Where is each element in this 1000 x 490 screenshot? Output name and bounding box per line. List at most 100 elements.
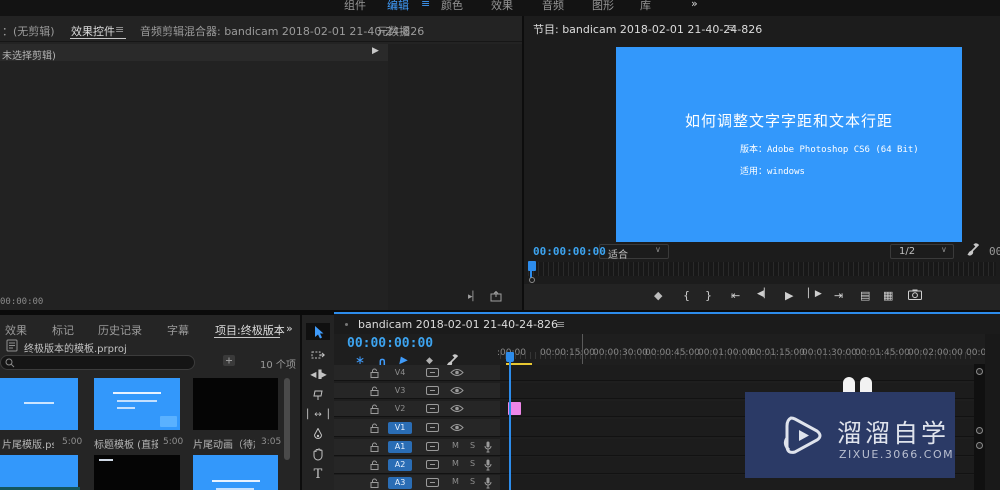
track-target-button[interactable]: A1 [388, 440, 412, 453]
track-output-icon[interactable] [426, 386, 439, 395]
track-output-icon[interactable] [426, 368, 439, 377]
ripple-edit-tool[interactable]: ◀▐▶ [306, 366, 330, 383]
eye-icon[interactable] [450, 423, 464, 432]
thumbnail-bandicam-clip[interactable] [94, 455, 180, 490]
track-target-button[interactable]: A3 [388, 476, 412, 489]
scrollbar-handle[interactable] [976, 427, 983, 434]
solo-button[interactable]: S [470, 477, 475, 486]
workspace-tab-effects[interactable]: 效果 [491, 0, 513, 13]
lift-button[interactable]: ▤ [860, 289, 870, 302]
lock-icon[interactable] [370, 442, 379, 452]
lock-icon[interactable] [370, 368, 379, 378]
track-lane-v4[interactable] [500, 365, 974, 380]
tab-overflow-icon[interactable]: » [286, 322, 293, 335]
export-icon[interactable] [490, 291, 502, 302]
go-to-out-button[interactable]: ⇥ [834, 289, 843, 302]
workspace-tab-color[interactable]: 颜色 [441, 0, 463, 13]
thumbnail-end-template[interactable] [0, 378, 78, 430]
mic-icon[interactable] [484, 477, 492, 489]
tab-source-no-clip[interactable]: ：(无剪辑) [2, 23, 55, 39]
extract-button[interactable]: ▦ [883, 289, 893, 302]
play-button[interactable]: ▶ [785, 289, 793, 302]
mark-out-button[interactable]: } [705, 289, 712, 302]
track-target-button[interactable]: V2 [388, 403, 412, 415]
program-scrubber[interactable] [528, 262, 996, 276]
track-output-icon[interactable] [426, 404, 439, 413]
timeline-playhead[interactable] [506, 352, 514, 362]
play-clip-icon[interactable]: ▸▏ [468, 292, 479, 302]
track-target-button[interactable]: V4 [388, 367, 412, 379]
mute-button[interactable]: M [452, 477, 459, 486]
item-name[interactable]: 标题模板 (直接.. [94, 436, 158, 451]
track-target-button[interactable]: V1 [388, 421, 412, 434]
mic-icon[interactable] [484, 441, 492, 453]
razor-tool[interactable] [306, 386, 330, 403]
expand-icon[interactable]: ▶ [372, 46, 379, 56]
workspace-tab-libraries[interactable]: 库 [640, 0, 651, 13]
timeline-tab-title[interactable]: bandicam 2018-02-01 21-40-24-826 [358, 318, 558, 331]
new-item-icon[interactable] [222, 354, 236, 367]
slip-tool[interactable]: ▏↔▕ [306, 406, 330, 423]
lock-icon[interactable] [370, 404, 379, 414]
step-forward-button[interactable]: ▏▶ [808, 289, 822, 299]
mark-in-button[interactable]: { [683, 289, 690, 302]
solo-button[interactable]: S [470, 441, 475, 450]
tab-effects[interactable]: 效果 [5, 322, 27, 338]
tab-effect-controls[interactable]: 效果控件 [71, 23, 115, 39]
workspace-menu-icon[interactable]: ≡ [421, 0, 430, 10]
workspace-overflow-icon[interactable]: » [691, 0, 698, 10]
playhead-line[interactable] [509, 362, 511, 490]
thumbnail-title-template[interactable] [94, 378, 180, 430]
fit-dropdown[interactable]: 适合 ∨ [599, 244, 669, 261]
track-output-icon[interactable] [426, 423, 439, 432]
timeline-panel-menu-icon[interactable]: ≡ [556, 318, 565, 331]
tab-project[interactable]: 项目:终极版本 [215, 322, 285, 338]
timeline-ruler[interactable]: :00:00 00:00:15:00 00:00:30:00 00:00:45:… [497, 334, 1000, 365]
thumbnail-blue-clip[interactable] [0, 455, 78, 490]
type-tool[interactable]: T [306, 466, 330, 483]
workspace-tab-graphics[interactable]: 图形 [592, 0, 614, 13]
solo-button[interactable]: S [470, 459, 475, 468]
eye-icon[interactable] [450, 368, 464, 377]
track-target-button[interactable]: V3 [388, 385, 412, 397]
mic-icon[interactable] [484, 459, 492, 471]
timeline-timecode[interactable]: 00:00:00:00 [347, 336, 433, 351]
lock-icon[interactable] [370, 386, 379, 396]
item-name[interactable]: 片尾模版.psd [2, 436, 54, 451]
program-timecode[interactable]: 00:00:00:00 [533, 245, 606, 258]
thumbnail-title-clip[interactable] [193, 455, 278, 490]
eye-icon[interactable] [450, 386, 464, 395]
track-output-icon[interactable] [426, 460, 439, 469]
hand-tool[interactable] [306, 446, 330, 463]
program-playhead[interactable] [528, 261, 536, 271]
scrubber-zoom-handle[interactable] [529, 277, 535, 283]
item-name[interactable]: 片尾动画（待加.. [193, 436, 255, 451]
workspace-tab-audio[interactable]: 音频 [542, 0, 564, 13]
tab-history[interactable]: 历史记录 [98, 322, 142, 338]
eye-icon[interactable] [450, 404, 464, 413]
track-target-button[interactable]: A2 [388, 458, 412, 471]
resolution-dropdown[interactable]: 1/2 ∨ [890, 244, 954, 259]
tab-markers[interactable]: 标记 [52, 322, 74, 338]
tab-captions[interactable]: 字幕 [167, 322, 189, 338]
lock-icon[interactable] [370, 460, 379, 470]
effect-controls-menu-icon[interactable]: ≡ [115, 23, 124, 36]
scrollbar-handle[interactable] [976, 368, 983, 375]
go-to-in-button[interactable]: ⇤ [731, 289, 740, 302]
tab-metadata[interactable]: 元数据 [377, 23, 410, 39]
lock-icon[interactable] [370, 478, 379, 488]
project-scrollbar[interactable] [284, 378, 290, 460]
workspace-tab-assembly[interactable]: 组件 [344, 0, 366, 13]
export-frame-camera-icon[interactable] [908, 289, 922, 300]
program-panel-menu-icon[interactable]: ≡ [726, 21, 735, 34]
mute-button[interactable]: M [452, 441, 459, 450]
scrollbar-handle[interactable] [976, 442, 983, 449]
workspace-tab-editing[interactable]: 编辑 [387, 0, 409, 13]
step-back-button[interactable]: ◀▏ [757, 289, 771, 299]
add-marker-button[interactable]: ◆ [654, 289, 662, 302]
thumbnail-end-animation[interactable] [193, 378, 278, 430]
selection-tool[interactable] [306, 323, 330, 340]
track-output-icon[interactable] [426, 442, 439, 451]
track-output-icon[interactable] [426, 478, 439, 487]
lock-icon[interactable] [370, 423, 379, 433]
